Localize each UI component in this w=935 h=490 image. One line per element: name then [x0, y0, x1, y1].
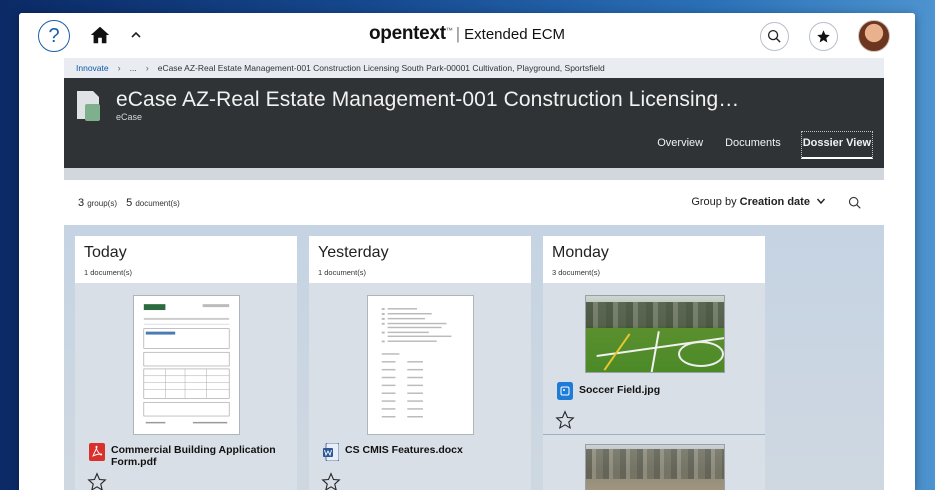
group-doc-count: 1 document(s) [84, 268, 132, 277]
group-doc-count: 1 document(s) [318, 268, 366, 277]
group-header: Yesterday 1 document(s) [309, 236, 531, 283]
group-count: 3 [78, 197, 85, 209]
document-card[interactable]: Soccer Field.jpg [543, 283, 765, 433]
breadcrumb-ellipsis[interactable]: ... [130, 63, 137, 73]
breadcrumb-current: eCase AZ-Real Estate Management-001 Cons… [157, 63, 605, 73]
group-count-label: group(s) [87, 199, 117, 208]
breadcrumb-separator-icon: › [145, 63, 149, 73]
group-column-yesterday: Yesterday 1 document(s) CS CMIS Features… [309, 236, 531, 490]
browser-window: ? opentext™ | Extended ECM Innovate › ... … [19, 13, 915, 490]
word-icon [323, 443, 339, 461]
document-card[interactable]: CS CMIS Features.docx [309, 283, 531, 490]
breadcrumb-separator-icon: › [117, 63, 121, 73]
group-header: Monday 3 document(s) [543, 236, 765, 283]
field-line [650, 331, 660, 372]
favorite-star-icon[interactable] [321, 472, 341, 490]
dossier-board: Today 1 document(s) Commercial Building … [64, 225, 884, 490]
global-search-button[interactable] [760, 22, 789, 51]
breadcrumb-root[interactable]: Innovate [76, 63, 109, 73]
document-card[interactable] [543, 433, 765, 490]
tab-overview[interactable]: Overview [645, 131, 713, 159]
document-thumbnail[interactable] [133, 295, 240, 435]
search-icon [767, 29, 781, 43]
avatar[interactable] [858, 20, 890, 52]
chevron-down-icon [816, 198, 826, 205]
group-header: Today 1 document(s) [75, 236, 297, 283]
document-name[interactable]: Commercial Building Application Form.pdf [111, 444, 291, 468]
favorite-star-icon[interactable] [87, 472, 107, 490]
dossier-toolbar: 3 group(s) 5 document(s) Group by Creati… [64, 180, 884, 225]
tab-dossier-view[interactable]: Dossier View [800, 131, 873, 159]
search-icon[interactable] [848, 196, 862, 210]
case-type: eCase [116, 112, 143, 122]
field-circle [678, 341, 724, 367]
group-title: Today [84, 244, 127, 261]
group-column-monday: Monday 3 document(s) Soccer Field.jpg [543, 236, 765, 490]
photo-background [586, 302, 724, 328]
favorites-button[interactable] [809, 22, 838, 51]
breadcrumb: Innovate › ... › eCase AZ-Real Estate Ma… [64, 58, 884, 78]
group-column-today: Today 1 document(s) Commercial Building … [75, 236, 297, 490]
case-icon [77, 91, 100, 121]
case-title: eCase AZ-Real Estate Management-001 Cons… [116, 88, 740, 111]
document-name[interactable]: Soccer Field.jpg [579, 384, 759, 396]
group-title: Monday [552, 244, 609, 261]
image-thumbnail[interactable] [585, 295, 725, 373]
photo-background [586, 449, 724, 479]
group-doc-count: 3 document(s) [552, 268, 600, 277]
summary-counts: 3 group(s) 5 document(s) [78, 197, 180, 209]
case-header: eCase AZ-Real Estate Management-001 Cons… [64, 78, 884, 168]
group-by-selector[interactable]: Group by Creation date [691, 196, 826, 208]
group-by-value: Creation date [739, 196, 810, 208]
star-icon [817, 30, 830, 43]
case-tabs: Overview Documents Dossier View [645, 131, 873, 159]
image-thumbnail[interactable] [585, 444, 725, 490]
pdf-icon [89, 443, 105, 461]
document-count-label: document(s) [135, 199, 180, 208]
document-card[interactable]: Commercial Building Application Form.pdf [75, 283, 297, 490]
favorite-star-icon[interactable] [555, 410, 575, 430]
document-name[interactable]: CS CMIS Features.docx [345, 444, 525, 456]
group-title: Yesterday [318, 244, 389, 261]
group-by-label: Group by [691, 196, 737, 208]
tab-documents[interactable]: Documents [713, 131, 791, 159]
document-thumbnail[interactable] [367, 295, 474, 435]
dossier-view-app: Innovate › ... › eCase AZ-Real Estate Ma… [64, 58, 884, 490]
global-top-bar: ? opentext™ | Extended ECM [19, 13, 915, 58]
image-icon [557, 382, 573, 400]
document-count: 5 [126, 197, 133, 209]
